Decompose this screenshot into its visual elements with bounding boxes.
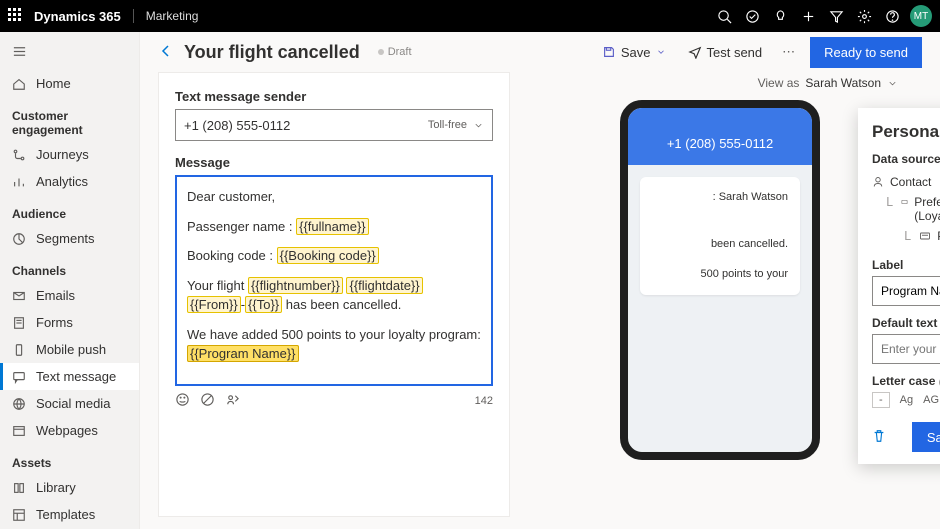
personalization-panel: ✕ Personalization Data source Change Con… — [858, 108, 940, 464]
add-icon[interactable] — [794, 0, 822, 32]
case-upper[interactable]: AG — [923, 394, 939, 406]
help-icon[interactable] — [878, 0, 906, 32]
label-input[interactable] — [872, 276, 940, 306]
nav-section-channels: Channels — [0, 252, 139, 282]
app-launcher-icon[interactable] — [8, 8, 24, 24]
editor-card: Text message sender +1 (208) 555-0112 To… — [158, 72, 510, 517]
nav-social-media[interactable]: Social media — [0, 390, 139, 417]
sender-value: +1 (208) 555-0112 — [184, 118, 290, 133]
tree-loyalty[interactable]: LPreferred loyalty program (Loyalty prog… — [872, 192, 940, 226]
nav-section-engagement: Customer engagement — [0, 97, 139, 141]
tree-program[interactable]: LProgram Name — [872, 226, 940, 246]
case-sentence[interactable]: Ag — [900, 394, 913, 406]
nav-analytics[interactable]: Analytics — [0, 168, 139, 195]
phone-preview: +1 (208) 555-0112 : Sarah Watson been ca… — [620, 100, 820, 460]
brand: Dynamics 365 — [34, 9, 121, 24]
nav-section-assets: Assets — [0, 444, 139, 474]
sender-select[interactable]: +1 (208) 555-0112 Toll-free — [175, 109, 493, 141]
message-textarea[interactable]: Dear customer, Passenger name : {{fullna… — [175, 175, 493, 386]
nav-mobile-push[interactable]: Mobile push — [0, 336, 139, 363]
nav-home[interactable]: Home — [0, 70, 139, 97]
nav-emails[interactable]: Emails — [0, 282, 139, 309]
page-title: Your flight cancelled — [184, 42, 360, 63]
nav-segments[interactable]: Segments — [0, 225, 139, 252]
settings-icon[interactable] — [850, 0, 878, 32]
token-flightdate[interactable]: {{flightdate}} — [346, 277, 422, 294]
sender-label: Text message sender — [175, 89, 493, 104]
nav-forms[interactable]: Forms — [0, 309, 139, 336]
nav-journeys[interactable]: Journeys — [0, 141, 139, 168]
panel-save-button[interactable]: Save — [912, 422, 940, 452]
token-flightnumber[interactable]: {{flightnumber}} — [248, 277, 343, 294]
nav-templates[interactable]: Templates — [0, 501, 139, 528]
personalize-icon[interactable] — [225, 392, 240, 410]
app-area: Marketing — [133, 9, 199, 23]
message-label: Message — [175, 155, 493, 170]
char-count: 142 — [475, 395, 493, 407]
default-text-label: Default text — [872, 316, 940, 330]
token-fullname[interactable]: {{fullname}} — [296, 218, 369, 235]
tree-contact[interactable]: Contact — [872, 172, 940, 192]
delete-icon[interactable] — [872, 429, 886, 446]
search-icon[interactable] — [710, 0, 738, 32]
nav-webpages[interactable]: Webpages — [0, 417, 139, 444]
phone-number: +1 (208) 555-0112 — [628, 108, 812, 165]
status-badge: Draft — [378, 46, 412, 58]
more-icon[interactable]: ⋯ — [778, 40, 800, 64]
token-to[interactable]: {{To}} — [245, 296, 282, 313]
default-text-input[interactable] — [872, 334, 940, 364]
nav-section-audience: Audience — [0, 195, 139, 225]
emoji-icon[interactable] — [175, 392, 190, 410]
save-button[interactable]: Save — [596, 41, 672, 64]
block-icon[interactable] — [200, 392, 215, 410]
sms-bubble: : Sarah Watson been cancelled. 500 point… — [640, 177, 800, 295]
task-icon[interactable] — [738, 0, 766, 32]
ready-to-send-button[interactable]: Ready to send — [810, 37, 922, 68]
token-booking[interactable]: {{Booking code}} — [277, 247, 379, 264]
test-send-button[interactable]: Test send — [682, 41, 769, 64]
back-icon[interactable] — [158, 43, 174, 62]
lightbulb-icon[interactable] — [766, 0, 794, 32]
view-as-select[interactable]: View as Sarah Watson — [758, 76, 898, 90]
token-from[interactable]: {{From}} — [187, 296, 241, 313]
letter-case-label: Letter casei — [872, 374, 940, 388]
user-avatar[interactable]: MT — [910, 5, 932, 27]
panel-title: Personalization — [872, 122, 940, 142]
case-none[interactable]: - — [872, 392, 890, 408]
label-field-label: Label — [872, 258, 940, 272]
token-program-name[interactable]: {{Program Name}} — [187, 345, 299, 362]
datasource-label: Data source — [872, 152, 940, 166]
nav-text-message[interactable]: Text message — [0, 363, 139, 390]
nav-collapse-icon[interactable] — [0, 40, 139, 70]
filter-icon[interactable] — [822, 0, 850, 32]
sidebar: Home Customer engagement Journeys Analyt… — [0, 32, 140, 529]
nav-library[interactable]: Library — [0, 474, 139, 501]
